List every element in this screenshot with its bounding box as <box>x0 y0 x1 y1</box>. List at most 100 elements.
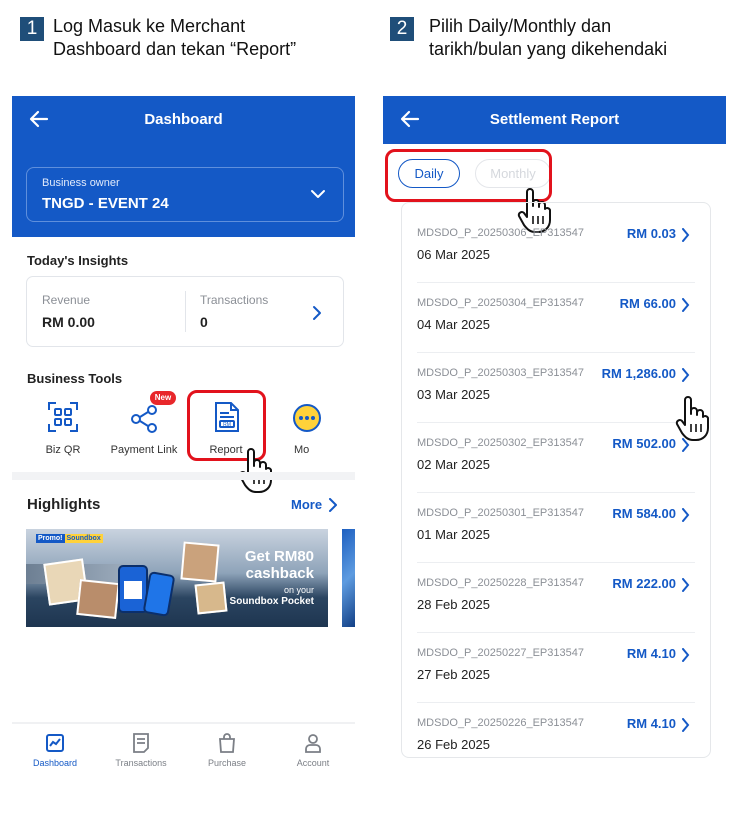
settlement-id: MDSDO_P_20250304_EP313547 <box>417 297 584 309</box>
settlement-id: MDSDO_P_20250227_EP313547 <box>417 647 584 659</box>
business-owner-selector[interactable]: Business owner TNGD - EVENT 24 <box>26 167 344 222</box>
nav-label: Account <box>296 758 330 768</box>
settlement-id: MDSDO_P_20250228_EP313547 <box>417 577 584 589</box>
list-item[interactable]: MDSDO_P_20250304_EP313547 04 Mar 2025 RM… <box>402 283 710 353</box>
settlement-id: MDSDO_P_20250303_EP313547 <box>417 367 584 379</box>
settlement-list: MDSDO_P_20250306_EP313547 06 Mar 2025 RM… <box>401 202 711 758</box>
next-banner-peek[interactable] <box>342 529 355 627</box>
settlement-date: 27 Feb 2025 <box>417 667 491 682</box>
business-tools-title: Business Tools <box>27 371 123 386</box>
step-1-line-2: Dashboard dan tekan “Report” <box>53 39 297 59</box>
chevron-right-icon <box>682 228 690 242</box>
step-2-line-1: Pilih Daily/Monthly dan <box>429 16 612 36</box>
list-item[interactable]: MDSDO_P_20250228_EP313547 28 Feb 2025 RM… <box>402 563 710 633</box>
tool-label: Payment Link <box>110 444 178 456</box>
tool-payment-link[interactable]: New Payment Link <box>104 391 184 460</box>
settlement-amount: RM 4.10 <box>626 716 676 731</box>
page-title: Dashboard <box>144 111 223 128</box>
pointer-hand-icon <box>675 396 709 441</box>
chevron-right-icon <box>682 298 690 312</box>
settlement-id: MDSDO_P_20250302_EP313547 <box>417 437 584 449</box>
tool-label: Biz QR <box>45 444 81 456</box>
promo-subtext: on your Soundbox Pocket <box>229 585 314 607</box>
insights-divider <box>185 291 186 332</box>
promo-tag: Promo! Soundbox <box>36 534 103 543</box>
settlement-header: Settlement Report <box>383 96 726 144</box>
settlement-date: 03 Mar 2025 <box>417 387 490 402</box>
tool-biz-qr[interactable]: Biz QR <box>23 398 103 460</box>
chevron-right-icon[interactable] <box>328 498 338 512</box>
share-icon <box>131 405 157 433</box>
step-1-line-1: Log Masuk ke Merchant <box>53 16 246 36</box>
list-item[interactable]: MDSDO_P_20250302_EP313547 02 Mar 2025 RM… <box>402 423 710 493</box>
settlement-date: 28 Feb 2025 <box>417 597 491 612</box>
page-title: Settlement Report <box>489 111 620 128</box>
nav-label: Purchase <box>207 758 247 768</box>
person-icon <box>305 734 321 753</box>
insights-card[interactable]: Revenue RM 0.00 Transactions 0 <box>26 276 344 347</box>
insights-title: Today's Insights <box>27 253 129 268</box>
chevron-down-icon <box>311 190 325 198</box>
settlement-amount: RM 1,286.00 <box>601 366 676 381</box>
bottom-nav-divider <box>12 722 355 724</box>
photo-frame <box>194 581 228 615</box>
list-item[interactable]: MDSDO_P_20250226_EP313547 26 Feb 2025 RM… <box>402 703 710 773</box>
chart-icon <box>46 734 64 752</box>
settlement-id: MDSDO_P_20250226_EP313547 <box>417 717 584 729</box>
settlement-amount: RM 4.10 <box>626 646 676 661</box>
qr-icon <box>48 402 78 432</box>
business-owner-label: Business owner <box>42 177 120 189</box>
settlement-report-screen: Settlement Report Daily Monthly MDSDO_P_… <box>383 96 726 786</box>
qr-code-image <box>124 581 142 599</box>
transactions-label: Transactions <box>200 293 269 307</box>
revenue-value: RM 0.00 <box>42 314 95 330</box>
business-owner-value: TNGD - EVENT 24 <box>42 195 169 212</box>
bag-icon <box>219 733 235 753</box>
list-item[interactable]: MDSDO_P_20250227_EP313547 27 Feb 2025 RM… <box>402 633 710 703</box>
dashboard-header: Dashboard Business owner TNGD - EVENT 24 <box>12 96 355 237</box>
section-divider <box>12 472 355 480</box>
nav-label: Dashboard <box>32 758 78 768</box>
transactions-value: 0 <box>200 314 208 330</box>
settlement-amount: RM 222.00 <box>612 576 676 591</box>
more-icon <box>293 404 321 432</box>
settlement-amount: RM 584.00 <box>612 506 676 521</box>
revenue-label: Revenue <box>42 293 91 307</box>
list-item[interactable]: MDSDO_P_20250301_EP313547 01 Mar 2025 RM… <box>402 493 710 563</box>
chevron-right-icon[interactable] <box>311 305 323 321</box>
tool-more[interactable]: Mo <box>290 398 340 460</box>
step-2-badge: 2 <box>390 17 414 41</box>
settlement-date: 04 Mar 2025 <box>417 317 490 332</box>
settlement-date: 01 Mar 2025 <box>417 527 490 542</box>
list-item[interactable]: MDSDO_P_20250303_EP313547 03 Mar 2025 RM… <box>402 353 710 423</box>
settlement-amount: RM 502.00 <box>612 436 676 451</box>
chevron-right-icon <box>682 508 690 522</box>
soundbox-device <box>142 571 176 617</box>
receipt-icon <box>133 733 149 753</box>
new-badge: New <box>150 391 176 405</box>
settlement-id: MDSDO_P_20250301_EP313547 <box>417 507 584 519</box>
settlement-date: 06 Mar 2025 <box>417 247 490 262</box>
settlement-date: 26 Feb 2025 <box>417 737 491 752</box>
nav-label: Transactions <box>115 758 167 768</box>
settlement-amount: RM 66.00 <box>619 296 676 311</box>
step-1-badge: 1 <box>20 17 44 41</box>
chevron-right-icon <box>682 648 690 662</box>
highlights-title: Highlights <box>27 496 101 513</box>
promo-headline: Get RM80 cashback <box>244 548 314 582</box>
chevron-right-icon <box>682 578 690 592</box>
list-item[interactable]: MDSDO_P_20250306_EP313547 06 Mar 2025 RM… <box>402 213 710 283</box>
settlement-id: MDSDO_P_20250306_EP313547 <box>417 227 584 239</box>
tool-label: Mo <box>294 444 310 456</box>
chevron-right-icon <box>682 718 690 732</box>
photo-frame <box>180 541 220 583</box>
photo-frame <box>76 579 120 619</box>
chevron-right-icon <box>682 368 690 382</box>
pointer-hand-icon <box>238 448 272 493</box>
more-link[interactable]: More <box>291 497 322 512</box>
settlement-amount: RM 0.03 <box>626 226 676 241</box>
step-2-line-2: tarikh/bulan yang dikehendaki <box>429 39 668 59</box>
promo-banner[interactable]: Promo! Soundbox Get RM80 cashback on your… <box>26 529 328 627</box>
dashboard-screen: Dashboard Business owner TNGD - EVENT 24… <box>12 96 355 786</box>
settlement-date: 02 Mar 2025 <box>417 457 490 472</box>
